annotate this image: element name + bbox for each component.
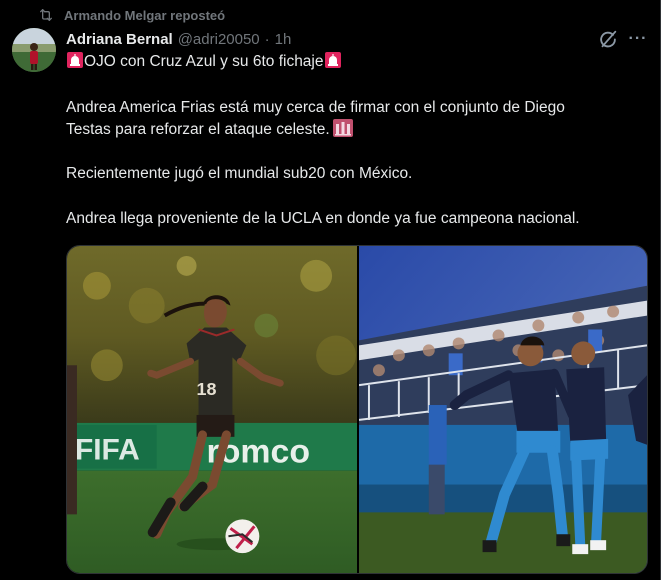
separator-dot: · bbox=[264, 30, 270, 48]
post-header: Adriana Bernal @adri20050 · 1h bbox=[66, 29, 291, 49]
ad-banner-fifa: FIFA bbox=[75, 434, 140, 467]
media-photo-right[interactable] bbox=[359, 246, 647, 573]
more-icon[interactable]: ··· bbox=[626, 28, 650, 50]
stadium-icon bbox=[332, 119, 353, 137]
media-photo-left[interactable]: FIFA romco 18 bbox=[67, 246, 357, 573]
post-line-2b: Testas para reforzar el ataque celeste. bbox=[66, 119, 651, 141]
siren-icon bbox=[324, 52, 341, 68]
post-line-1-text: OJO con Cruz Azul y su 6to fichaje bbox=[84, 53, 324, 70]
post-card[interactable]: Armando Melgar reposteó Adriana Bernal @… bbox=[0, 0, 661, 580]
author-handle[interactable]: @adri20050 bbox=[178, 31, 260, 48]
siren-icon bbox=[67, 52, 83, 68]
post-line-1: OJO con Cruz Azul y su 6to fichaje bbox=[66, 51, 651, 73]
post-time[interactable]: 1h bbox=[275, 31, 292, 48]
repost-icon bbox=[40, 9, 52, 21]
post-line-2a: Andrea America Frias está muy cerca de f… bbox=[66, 99, 565, 116]
repost-indicator: Armando Melgar reposteó bbox=[38, 6, 225, 24]
post-line-4: Andrea llega proveniente de la UCLA en d… bbox=[66, 210, 580, 227]
media-grid[interactable]: FIFA romco 18 bbox=[66, 245, 648, 574]
jersey-number: 18 bbox=[197, 379, 217, 399]
avatar[interactable] bbox=[12, 28, 56, 72]
author-name[interactable]: Adriana Bernal bbox=[66, 31, 173, 48]
post-line-2b-text: Testas para reforzar el ataque celeste. bbox=[66, 121, 330, 138]
grok-icon[interactable] bbox=[597, 28, 619, 50]
post-line-3: Recientemente jugó el mundial sub20 con … bbox=[66, 165, 413, 182]
repost-label[interactable]: Armando Melgar reposteó bbox=[64, 8, 225, 23]
